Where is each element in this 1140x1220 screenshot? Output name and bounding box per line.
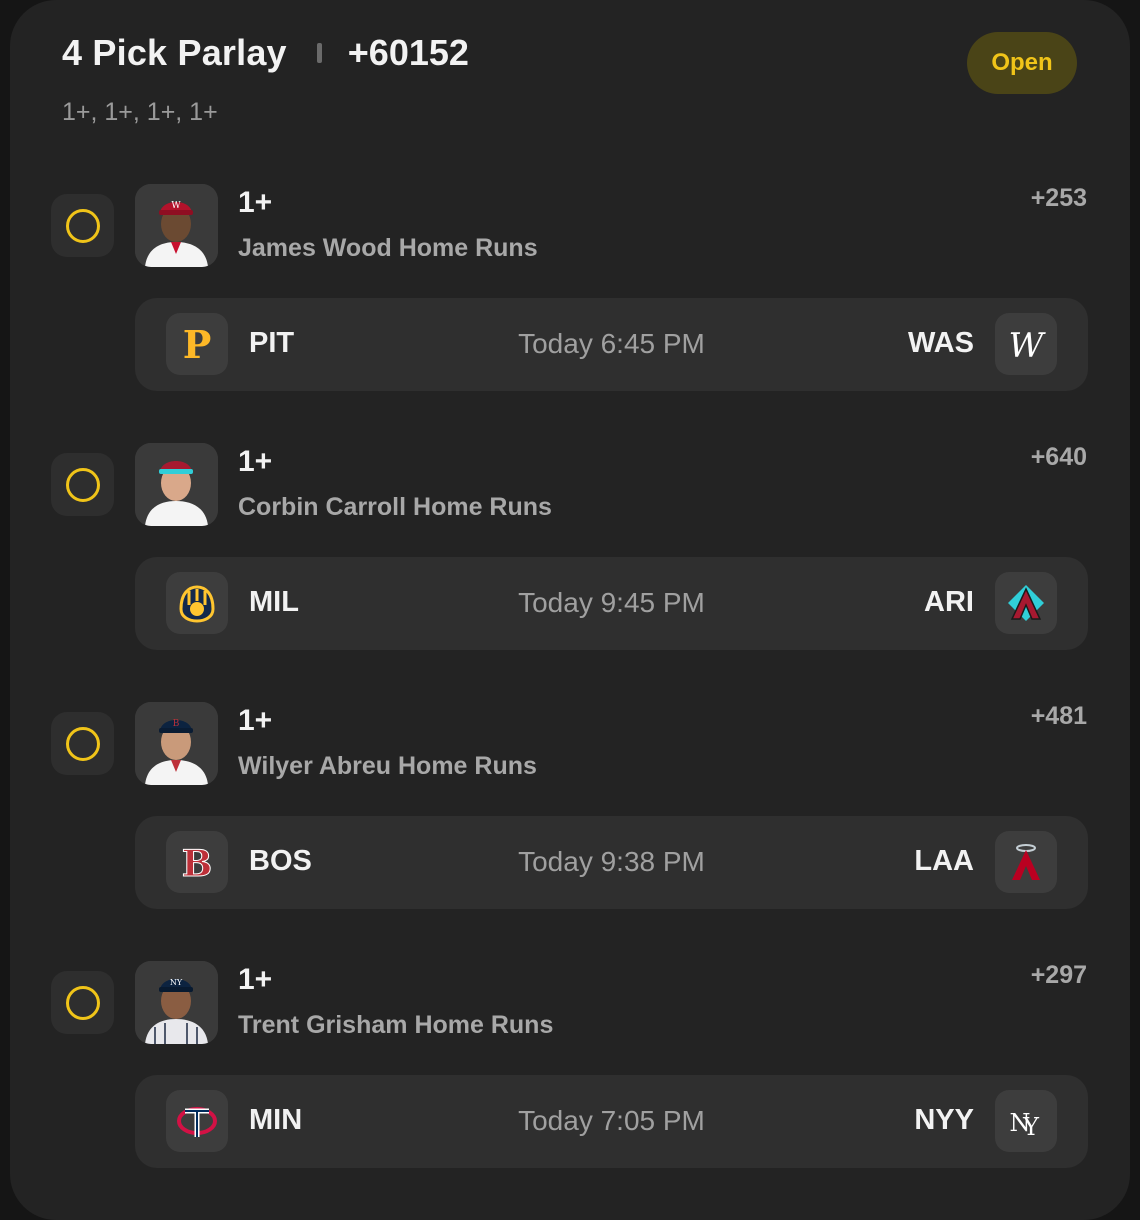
leg-status-indicator[interactable] [51,194,114,257]
pending-circle-icon [65,467,100,502]
home-team: WAS [907,327,974,359]
svg-text:Y: Y [1022,1113,1040,1141]
player-headshot [135,443,218,526]
player-headshot: W [135,184,218,267]
parlay-leg: 1+ Corbin Carroll Home Runs +640 MIL Tod… [0,443,1140,673]
leg-status-indicator[interactable] [51,453,114,516]
parlay-title: 4 Pick Parlay [62,32,287,73]
svg-text:NY: NY [170,978,183,987]
player-headshot: B [135,702,218,785]
pending-circle-icon [65,208,100,243]
leg-line: 1+ [238,963,273,996]
parlay-header: 4 Pick Parlay +60152 [62,32,469,74]
svg-text:B: B [173,719,180,729]
leg-market: Trent Grisham Home Runs [238,1011,554,1039]
home-team: LAA [914,845,974,877]
player-headshot: NY [135,961,218,1044]
leg-line: 1+ [238,186,273,219]
leg-odds: +297 [1030,961,1087,989]
leg-market: James Wood Home Runs [238,234,538,262]
leg-market: Corbin Carroll Home Runs [238,493,552,521]
leg-line: 1+ [238,704,273,737]
game-card[interactable]: P PIT Today 6:45 PM WAS W [135,298,1088,391]
status-badge: Open [967,32,1077,94]
game-card[interactable]: MIN Today 7:05 PM NYY N Y [135,1075,1088,1168]
parlay-leg: W 1+ James Wood Home Runs +253 P PIT Tod… [0,184,1140,414]
parlay-leg: NY 1+ Trent Grisham Home Runs +297 MIN T… [0,961,1140,1191]
leg-line: 1+ [238,445,273,478]
parlay-leg: B 1+ Wilyer Abreu Home Runs +481 B BOS T… [0,702,1140,932]
parlay-odds: +60152 [347,32,469,73]
angels-logo-icon [995,831,1057,893]
leg-odds: +253 [1030,184,1087,212]
home-team: NYY [914,1104,974,1136]
diamondbacks-logo-icon [995,572,1057,634]
nationals-logo-icon: W [995,313,1057,375]
title-divider [316,43,322,63]
leg-odds: +481 [1030,702,1087,730]
parlay-card: 4 Pick Parlay +60152 1+, 1+, 1+, 1+ Open… [10,0,1130,1220]
game-card[interactable]: MIL Today 9:45 PM ARI [135,557,1088,650]
svg-text:W: W [171,201,181,211]
svg-text:W: W [1009,326,1047,366]
pending-circle-icon [65,985,100,1020]
parlay-subtitle: 1+, 1+, 1+, 1+ [62,98,218,126]
game-card[interactable]: B BOS Today 9:38 PM LAA [135,816,1088,909]
yankees-logo-icon: N Y [995,1090,1057,1152]
leg-market: Wilyer Abreu Home Runs [238,752,537,780]
leg-status-indicator[interactable] [51,712,114,775]
home-team: ARI [924,586,974,618]
pending-circle-icon [65,726,100,761]
leg-odds: +640 [1030,443,1087,471]
leg-status-indicator[interactable] [51,971,114,1034]
